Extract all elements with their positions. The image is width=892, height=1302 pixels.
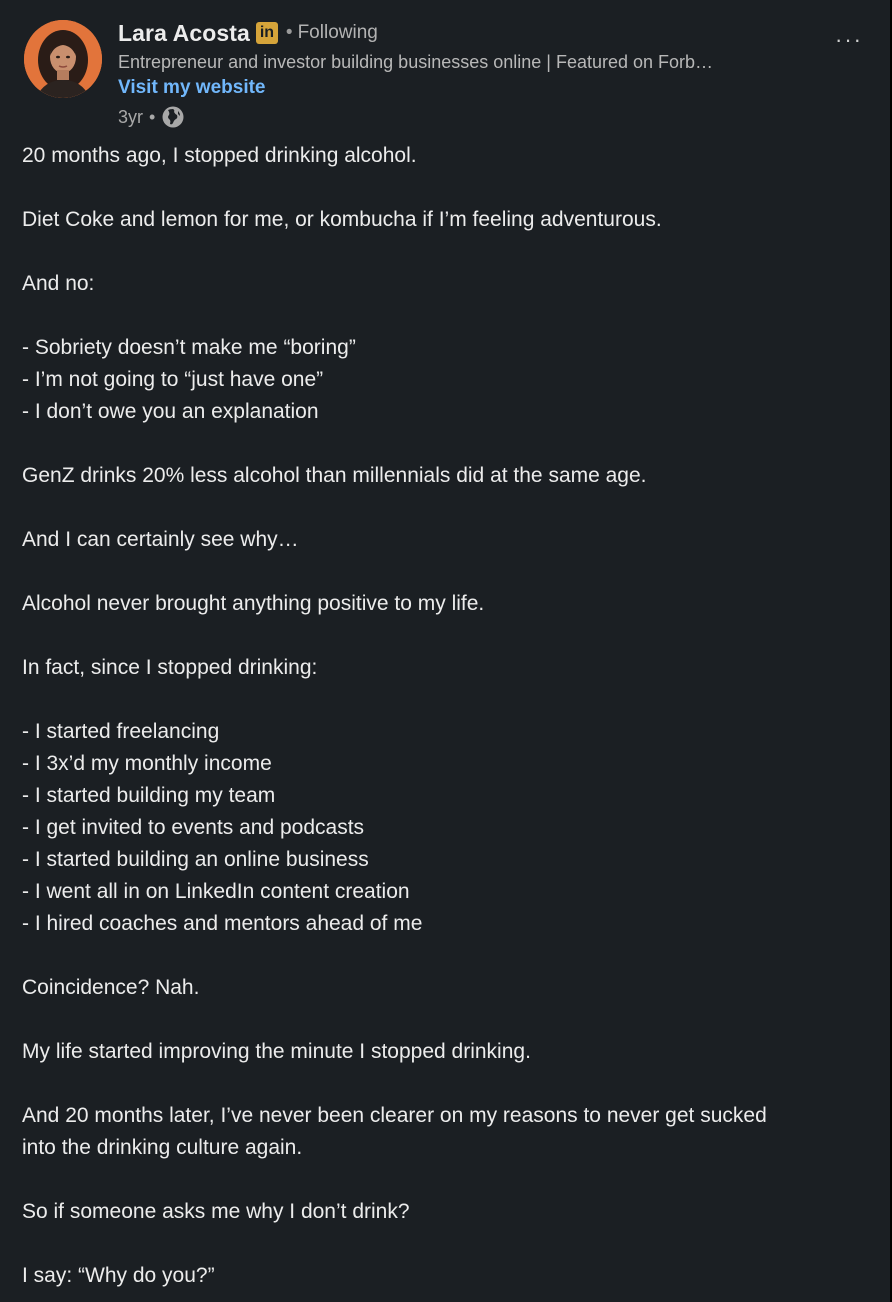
post-text-line: - I don’t owe you an explanation xyxy=(22,400,319,423)
post-paragraph: Diet Coke and lemon for me, or kombucha … xyxy=(22,204,862,236)
post-timestamp[interactable]: 3yr xyxy=(118,107,143,128)
post-text-line: - I went all in on LinkedIn content crea… xyxy=(22,880,410,903)
linkedin-badge-icon: in xyxy=(255,22,278,44)
post-paragraph: - Sobriety doesn’t make me “boring” - I’m… xyxy=(22,332,862,428)
post-paragraph: And no: xyxy=(22,268,862,300)
post-body: 20 months ago, I stopped drinking alcoho… xyxy=(22,140,862,1292)
name-row: Lara Acosta in • Following xyxy=(118,18,818,48)
post-text-line: - I started building an online business xyxy=(22,848,369,871)
post-text-line: And 20 months later, I’ve never been cle… xyxy=(22,1104,767,1127)
post-text-line: Alcohol never brought anything positive … xyxy=(22,592,485,615)
post-text-line: 20 months ago, I stopped drinking alcoho… xyxy=(22,144,417,167)
post-paragraph: I say: “Why do you?” xyxy=(22,1260,862,1292)
post-header: Lara Acosta in • Following Entrepreneur … xyxy=(24,18,861,130)
post-text-line: - I started freelancing xyxy=(22,720,220,743)
post-paragraph: - I started freelancing - I 3x’d my month… xyxy=(22,716,862,940)
post-text-line: My life started improving the minute I s… xyxy=(22,1040,531,1063)
post-text-line: I say: “Why do you?” xyxy=(22,1264,215,1287)
post-text-line: Diet Coke and lemon for me, or kombucha … xyxy=(22,208,662,231)
post-paragraph: Coincidence? Nah. xyxy=(22,972,862,1004)
meta-separator: • xyxy=(149,106,156,127)
post-paragraph: GenZ drinks 20% less alcohol than millen… xyxy=(22,460,862,492)
post-paragraph: And I can certainly see why… xyxy=(22,524,862,556)
follow-status[interactable]: Following xyxy=(298,22,378,44)
post-text-line: GenZ drinks 20% less alcohol than millen… xyxy=(22,464,647,487)
post-paragraph: So if someone asks me why I don’t drink? xyxy=(22,1196,862,1228)
post-text-line: So if someone asks me why I don’t drink? xyxy=(22,1200,410,1223)
follow-separator: • xyxy=(285,22,293,43)
post-paragraph: Alcohol never brought anything positive … xyxy=(22,588,862,620)
post-meta: 3yr • xyxy=(118,104,818,130)
post-paragraph: 20 months ago, I stopped drinking alcoho… xyxy=(22,140,862,172)
post-paragraph: And 20 months later, I’ve never been cle… xyxy=(22,1100,862,1164)
post-text-line: - I’m not going to “just have one” xyxy=(22,368,324,391)
post-text-line: And I can certainly see why… xyxy=(22,528,299,551)
author-headline: Entrepreneur and investor building busin… xyxy=(118,52,714,72)
post-text-line: In fact, since I stopped drinking: xyxy=(22,656,318,679)
author-name[interactable]: Lara Acosta xyxy=(118,20,250,47)
post-text-line: - I get invited to events and podcasts xyxy=(22,816,365,839)
post-text-line: And no: xyxy=(22,272,95,295)
avatar-portrait xyxy=(24,20,102,98)
visit-website-link[interactable]: Visit my website xyxy=(118,75,266,101)
post-paragraph: In fact, since I stopped drinking: xyxy=(22,652,862,684)
more-options-button[interactable]: ··· xyxy=(826,26,872,54)
avatar[interactable] xyxy=(24,20,102,98)
post-text-line: Coincidence? Nah. xyxy=(22,976,200,999)
post-text-line: - Sobriety doesn’t make me “boring” xyxy=(22,336,356,359)
post-text-line: into the drinking culture again. xyxy=(22,1136,303,1159)
post-text-line: - I hired coaches and mentors ahead of m… xyxy=(22,912,423,935)
more-horizontal-icon: ··· xyxy=(835,27,863,52)
post-paragraph: My life started improving the minute I s… xyxy=(22,1036,862,1068)
post-text-line: - I started building my team xyxy=(22,784,276,807)
globe-icon xyxy=(161,105,185,129)
author-info: Lara Acosta in • Following Entrepreneur … xyxy=(118,18,818,130)
post-text-line: - I 3x’d my monthly income xyxy=(22,752,272,775)
